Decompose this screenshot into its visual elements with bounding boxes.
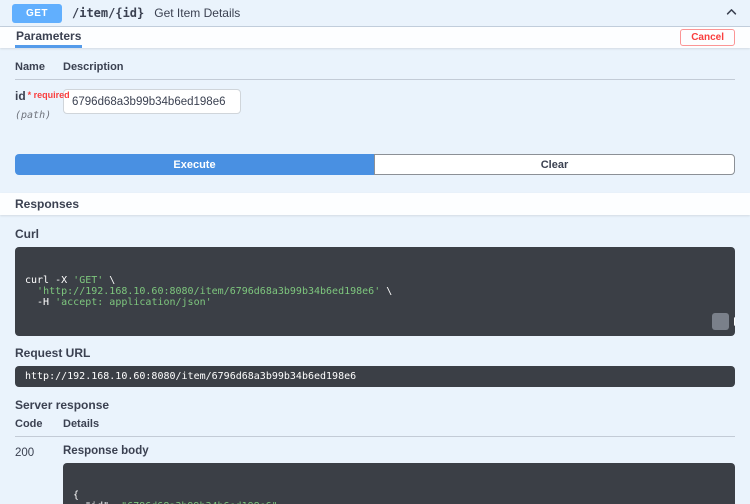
column-details-header: Details: [63, 418, 100, 430]
parameters-section: Name Description id* required (path) Exe…: [0, 48, 750, 175]
endpoint-summary: Get Item Details: [154, 6, 241, 20]
operation-summary-bar[interactable]: GET /item/{id} Get Item Details: [0, 0, 750, 27]
collapse-button[interactable]: [725, 5, 738, 21]
execute-button-group: Execute Clear: [15, 154, 735, 175]
response-status-code: 200: [15, 447, 35, 459]
column-code-header: Code: [15, 418, 43, 430]
server-response-label: Server response: [15, 398, 110, 412]
responses-section-header: Responses: [0, 193, 750, 215]
required-flag: * required: [27, 90, 70, 100]
copy-icon: [697, 299, 735, 336]
request-url-block: http://192.168.10.60:8080/item/6796d68a3…: [15, 366, 735, 387]
responses-section: Curl curl -X 'GET' \ 'http://192.168.10.…: [0, 215, 750, 504]
response-body-block: { "id": "6796d68a3b99b34b6ed198e6", "nam…: [63, 463, 735, 504]
copy-curl-button[interactable]: [712, 313, 735, 330]
response-details-cell: Response body { "id": "6796d68a3b99b34b6…: [63, 445, 735, 504]
parameter-location: (path): [15, 110, 52, 121]
curl-code-block: curl -X 'GET' \ 'http://192.168.10.60:80…: [15, 247, 735, 336]
server-response-table-header: Code Details: [15, 418, 735, 437]
parameter-name-cell: id * required (path): [15, 89, 70, 121]
cancel-button[interactable]: Cancel: [680, 29, 735, 46]
http-method-badge: GET: [12, 3, 62, 23]
parameter-id-input[interactable]: [63, 89, 241, 114]
curl-label: Curl: [15, 227, 39, 241]
clear-button[interactable]: Clear: [374, 154, 735, 175]
response-body-label: Response body: [63, 445, 149, 457]
request-url-label: Request URL: [15, 346, 91, 360]
column-description-header: Description: [63, 61, 124, 73]
server-response-row: 200 Response body { "id": "6796d68a3b99b…: [15, 437, 735, 504]
execute-button[interactable]: Execute: [15, 154, 374, 175]
parameter-row-id: id * required (path): [15, 80, 735, 121]
parameter-value-cell: [63, 89, 735, 114]
api-operation-block: GET /item/{id} Get Item Details Paramete…: [0, 0, 750, 504]
chevron-up-icon: [725, 5, 738, 21]
tab-parameters[interactable]: Parameters: [15, 27, 83, 48]
responses-title: Responses: [15, 197, 80, 211]
endpoint-path: /item/{id}: [72, 6, 145, 20]
parameters-section-header: Parameters Cancel: [0, 27, 750, 48]
parameters-table-header: Name Description: [15, 61, 735, 80]
column-name-header: Name: [15, 61, 45, 73]
parameter-name: id: [15, 89, 26, 103]
